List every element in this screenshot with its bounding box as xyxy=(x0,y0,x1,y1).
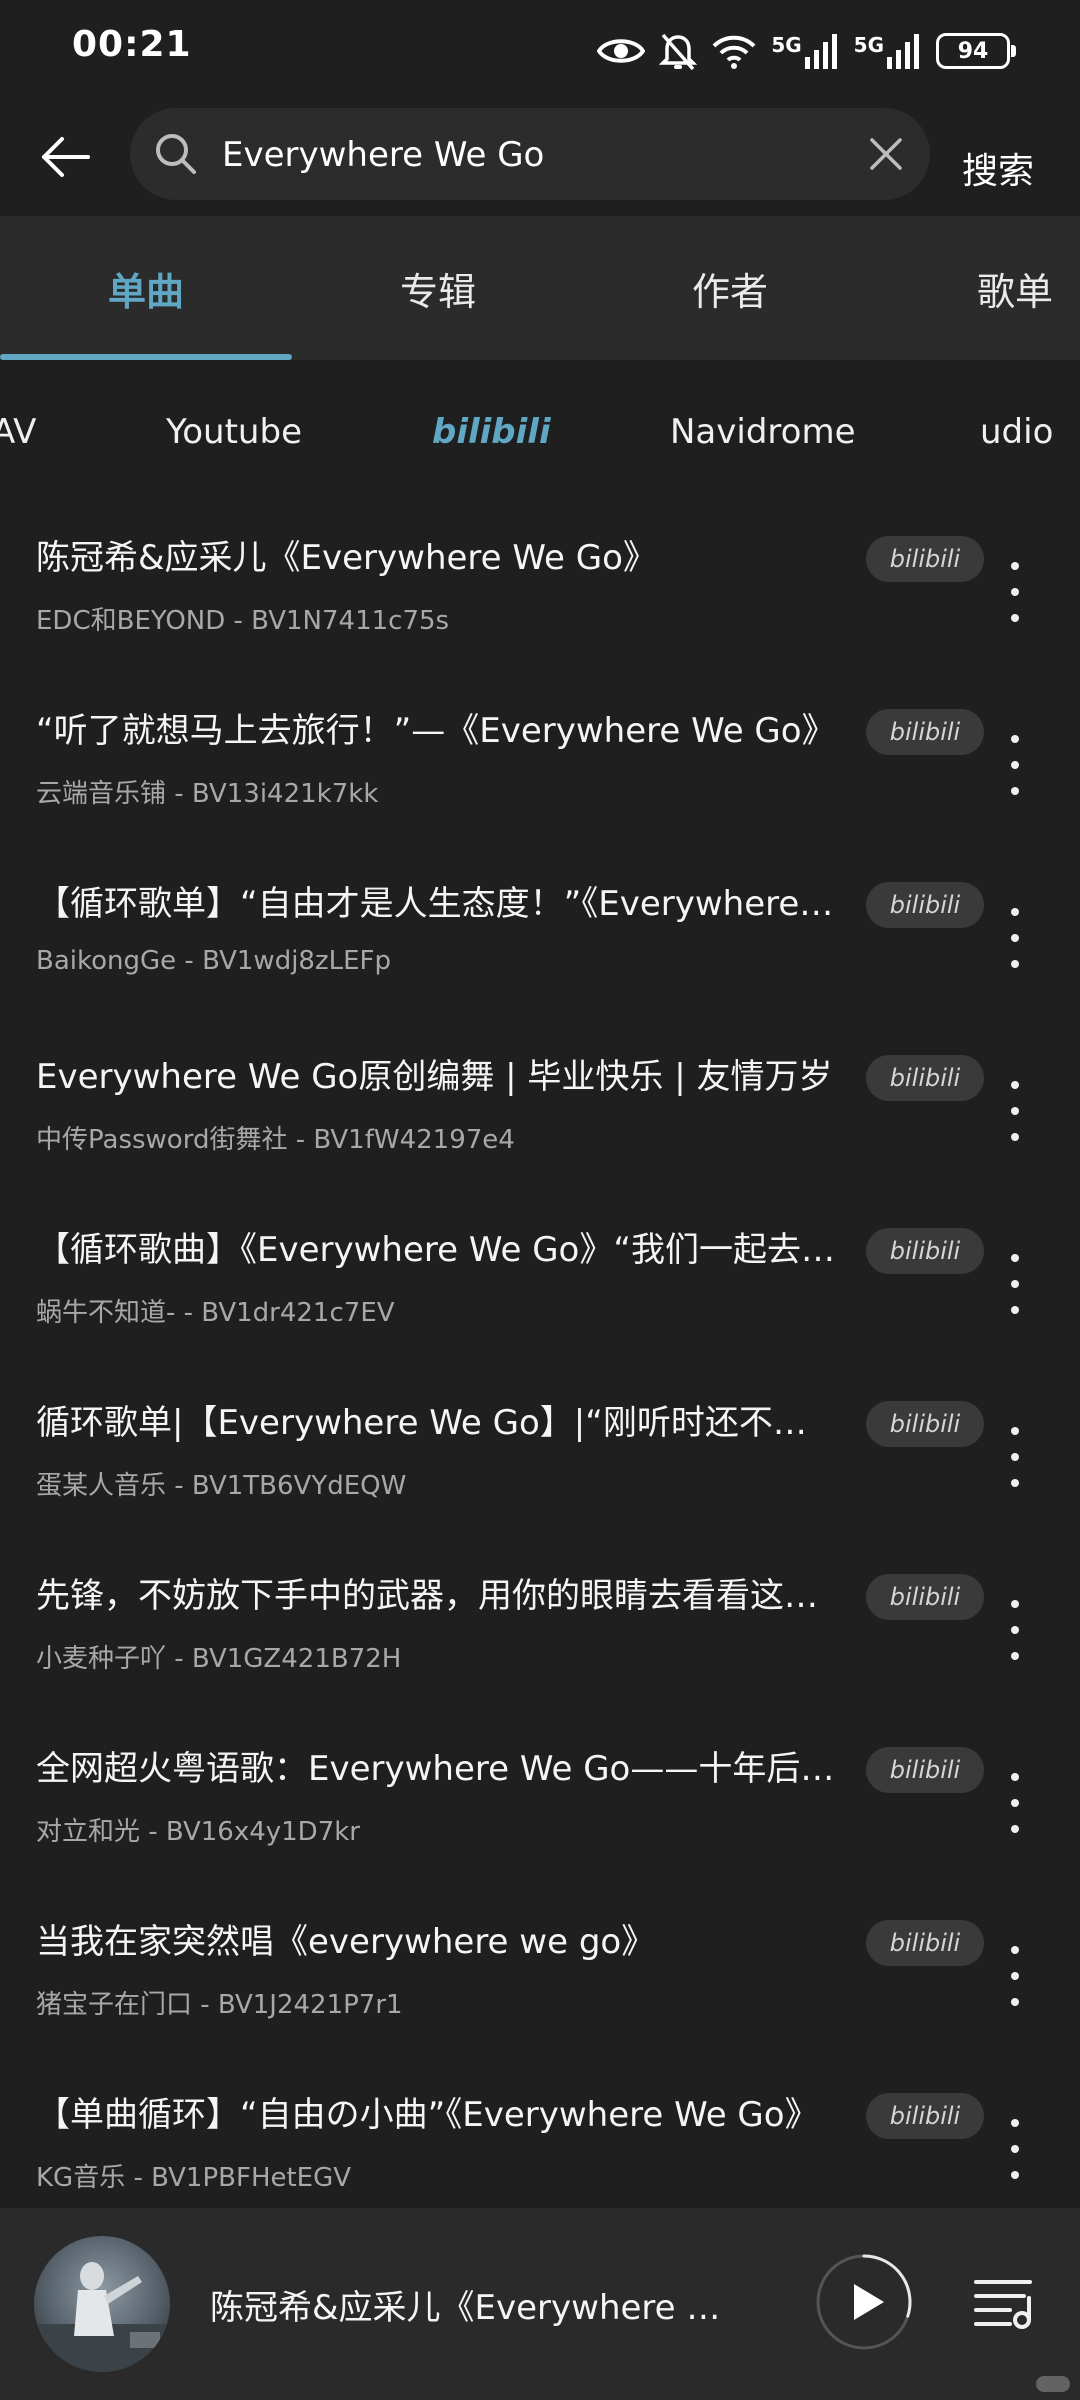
source-badge: bilibili xyxy=(866,1747,984,1793)
play-button[interactable] xyxy=(814,2252,914,2352)
source-tab-youtube[interactable]: Youtube xyxy=(166,412,302,452)
song-subtitle: 中传Password街舞社 - BV1fW42197e4 xyxy=(36,1125,515,1155)
search-header: 搜索 xyxy=(0,100,1080,216)
wifi-icon xyxy=(711,32,757,70)
clear-icon[interactable] xyxy=(864,132,908,176)
status-bar: 00:21 5G 5G 94 xyxy=(0,0,1080,100)
mini-player[interactable]: 陈冠希&应采儿《Everywhere We Go》 xyxy=(0,2208,1080,2400)
status-time: 00:21 xyxy=(72,24,192,65)
source-badge: bilibili xyxy=(866,882,984,928)
search-box[interactable] xyxy=(130,108,930,200)
mute-bell-icon xyxy=(659,31,698,71)
more-options-icon[interactable] xyxy=(1000,1081,1030,1141)
list-item[interactable]: 【循环歌单】“自由才是人生态度！”《Everywhere We Go》 Baik… xyxy=(0,856,1080,1029)
source-badge: bilibili xyxy=(866,536,984,582)
search-icon xyxy=(156,134,196,174)
source-badge: bilibili xyxy=(866,1574,984,1620)
back-button[interactable] xyxy=(30,122,100,192)
list-item[interactable]: 当我在家突然唱《everywhere we go》 猪宝子在门口 - BV1J2… xyxy=(0,1894,1080,2067)
more-options-icon[interactable] xyxy=(1000,2119,1030,2179)
network-type-label: 5G xyxy=(771,33,802,57)
cellular-signal-icon: 5G xyxy=(771,33,839,69)
source-tab-bilibili[interactable]: bilibili xyxy=(432,412,551,452)
song-title: 先锋，不妨放下手中的武器，用你的眼睛去看看这个世界 xyxy=(36,1576,836,1616)
song-subtitle: EDC和BEYOND - BV1N7411c75s xyxy=(36,606,450,636)
back-arrow-icon xyxy=(42,137,90,177)
song-title: 当我在家突然唱《everywhere we go》 xyxy=(36,1922,656,1962)
list-item[interactable]: 全网超火粤语歌：Everywhere We Go——十年后再听 对立和光 - B… xyxy=(0,1721,1080,1894)
tab-single[interactable]: 单曲 xyxy=(0,216,292,360)
song-subtitle: 云端音乐铺 - BV13i421k7kk xyxy=(36,779,379,809)
song-title: 【循环歌单】“自由才是人生态度！”《Everywhere We Go》 xyxy=(36,884,836,924)
source-tab-navidrome[interactable]: Navidrome xyxy=(670,412,856,452)
search-submit-button[interactable]: 搜索 xyxy=(962,142,1034,194)
song-subtitle: 对立和光 - BV16x4y1D7kr xyxy=(36,1817,360,1847)
playlist-icon[interactable] xyxy=(972,2274,1036,2330)
album-art[interactable] xyxy=(34,2236,170,2372)
song-subtitle: KG音乐 - BV1PBFHetEGV xyxy=(36,2163,352,2193)
list-item[interactable]: 先锋，不妨放下手中的武器，用你的眼睛去看看这个世界 小麦种子吖 - BV1GZ4… xyxy=(0,1548,1080,1721)
source-badge: bilibili xyxy=(866,709,984,755)
gesture-indicator xyxy=(1036,2376,1070,2392)
source-badge: bilibili xyxy=(866,2093,984,2139)
play-icon xyxy=(854,2284,884,2320)
more-options-icon[interactable] xyxy=(1000,735,1030,795)
cellular-signal-icon: 5G xyxy=(854,33,922,69)
song-subtitle: 蜗牛不知道- - BV1dr421c7EV xyxy=(36,1298,395,1328)
song-title: 全网超火粤语歌：Everywhere We Go——十年后再听 xyxy=(36,1749,836,1789)
more-options-icon[interactable] xyxy=(1000,1427,1030,1487)
source-tab-udio[interactable]: udio xyxy=(980,412,1053,452)
eye-icon xyxy=(597,34,646,68)
more-options-icon[interactable] xyxy=(1000,1773,1030,1833)
source-badge: bilibili xyxy=(866,1228,984,1274)
list-item[interactable]: Everywhere We Go原创编舞 | 毕业快乐 | 友情万岁 中传Pas… xyxy=(0,1029,1080,1202)
battery-level: 94 xyxy=(957,38,989,64)
song-title: Everywhere We Go原创编舞 | 毕业快乐 | 友情万岁 xyxy=(36,1057,833,1097)
source-tabs: AV Youtube bilibili Navidrome udio xyxy=(0,360,1080,510)
more-options-icon[interactable] xyxy=(1000,1254,1030,1314)
song-subtitle: BaikongGe - BV1wdj8zLEFp xyxy=(36,946,391,976)
more-options-icon[interactable] xyxy=(1000,1946,1030,2006)
source-tab-av[interactable]: AV xyxy=(0,412,36,452)
song-subtitle: 小麦种子吖 - BV1GZ421B72H xyxy=(36,1644,402,1674)
now-playing-title[interactable]: 陈冠希&应采儿《Everywhere We Go》 xyxy=(210,2280,750,2329)
list-item[interactable]: 【循环歌曲】《Everywhere We Go》“我们一起去流浪” 蜗牛不知道-… xyxy=(0,1202,1080,1375)
tab-artist[interactable]: 作者 xyxy=(584,216,876,360)
list-item[interactable]: “听了就想马上去旅行！”—《Everywhere We Go》 云端音乐铺 - … xyxy=(0,683,1080,856)
song-title: “听了就想马上去旅行！”—《Everywhere We Go》 xyxy=(36,711,836,751)
tab-album[interactable]: 专辑 xyxy=(292,216,584,360)
more-options-icon[interactable] xyxy=(1000,562,1030,622)
song-title: 【单曲循环】“自由の小曲”《Everywhere We Go》 xyxy=(36,2095,819,2135)
source-badge: bilibili xyxy=(866,1401,984,1447)
song-title: 【循环歌曲】《Everywhere We Go》“我们一起去流浪” xyxy=(36,1230,836,1270)
song-subtitle: 蛋某人音乐 - BV1TB6VYdEQW xyxy=(36,1471,407,1501)
status-icons: 5G 5G 94 xyxy=(597,26,1016,76)
song-title: 循环歌单|【Everywhere We Go】|“刚听时还不觉得” xyxy=(36,1403,836,1443)
list-item[interactable]: 循环歌单|【Everywhere We Go】|“刚听时还不觉得” 蛋某人音乐 … xyxy=(0,1375,1080,1548)
list-item[interactable]: 陈冠希&应采儿《Everywhere We Go》 EDC和BEYOND - B… xyxy=(0,510,1080,683)
tab-playlist[interactable]: 歌单 xyxy=(930,216,1080,360)
more-options-icon[interactable] xyxy=(1000,1600,1030,1660)
network-type-label: 5G xyxy=(853,33,884,57)
source-badge: bilibili xyxy=(866,1920,984,1966)
source-badge: bilibili xyxy=(866,1055,984,1101)
search-input[interactable] xyxy=(220,124,844,186)
category-tabs: 单曲 专辑 作者 歌单 xyxy=(0,216,1080,360)
more-options-icon[interactable] xyxy=(1000,908,1030,968)
song-title: 陈冠希&应采儿《Everywhere We Go》 xyxy=(36,538,657,578)
song-subtitle: 猪宝子在门口 - BV1J2421P7r1 xyxy=(36,1990,403,2020)
battery-icon: 94 xyxy=(936,33,1016,69)
